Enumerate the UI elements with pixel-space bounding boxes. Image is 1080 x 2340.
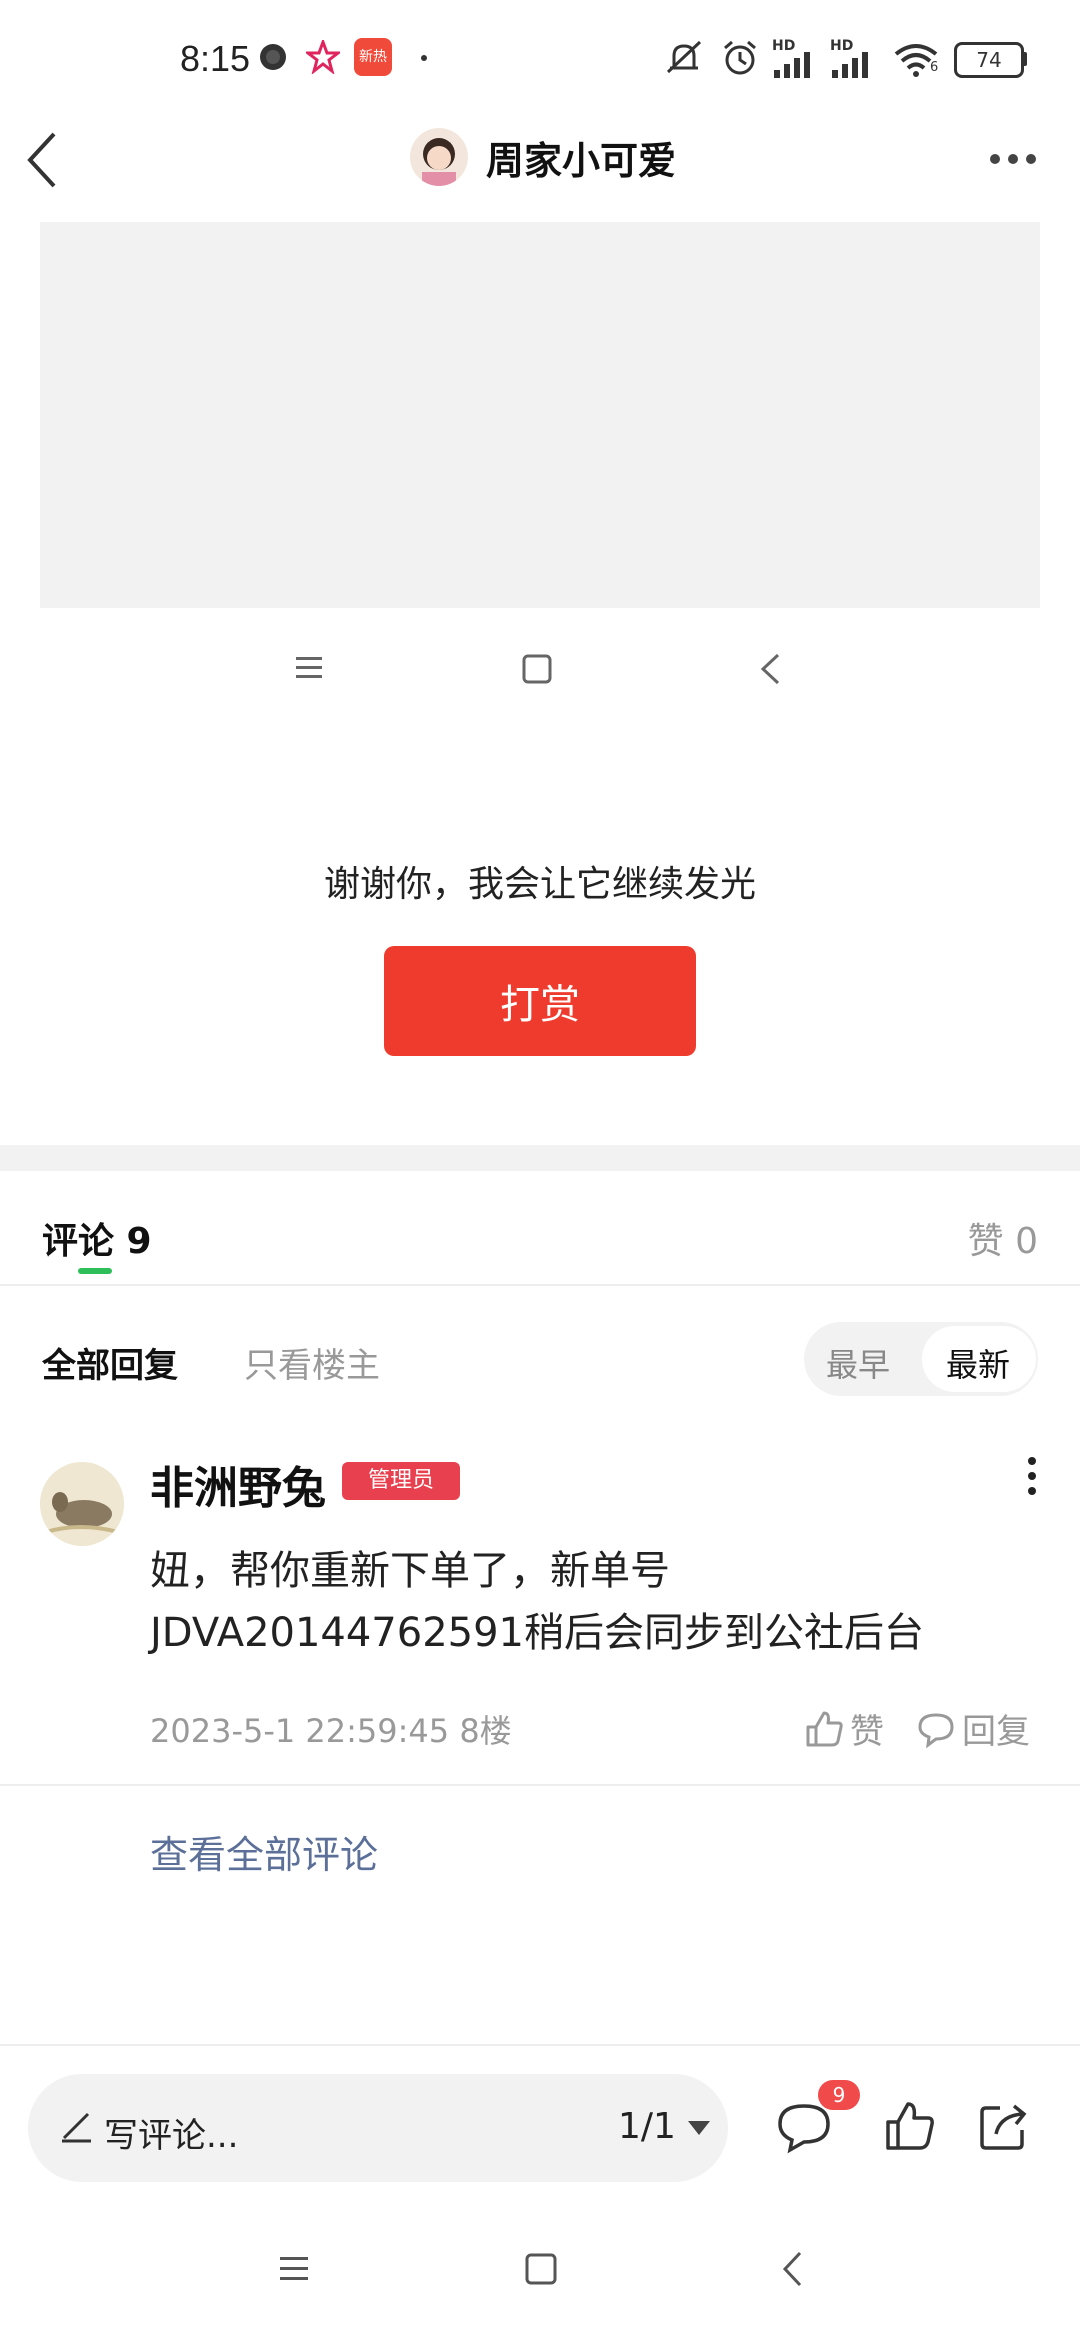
signal-icon — [774, 52, 810, 78]
post-image[interactable] — [40, 222, 1040, 608]
tip-button[interactable]: 打赏 — [384, 946, 696, 1056]
system-nav-bar — [0, 2220, 1080, 2320]
tab-active-indicator — [78, 1268, 112, 1274]
tab-comments[interactable]: 评论 9 — [42, 1212, 152, 1264]
comment-count-badge: 9 — [818, 2080, 860, 2110]
author-avatar[interactable] — [410, 128, 468, 186]
home-icon[interactable] — [524, 2252, 558, 2286]
commenter-avatar[interactable] — [40, 1462, 124, 1546]
star-icon — [306, 40, 340, 74]
signal-icon-2 — [832, 52, 868, 78]
page-indicator[interactable]: 1/1 — [618, 2106, 676, 2147]
more-options-icon[interactable] — [988, 152, 1038, 166]
wifi-label: 6 — [930, 60, 939, 75]
status-time: 8:15 — [180, 38, 251, 79]
mute-bell-icon — [666, 40, 702, 74]
comment-meta: 2023-5-1 22:59:45 8楼 — [150, 1712, 512, 1750]
pen-icon — [62, 2112, 91, 2143]
section-divider — [0, 1145, 1080, 1171]
post-image-nav-bar — [0, 620, 1080, 720]
thumbs-up-icon — [806, 1711, 843, 1746]
thanks-message: 谢谢你，我会让它继续发光 — [323, 864, 756, 905]
comment-like-button[interactable]: 赞 — [804, 1704, 884, 1753]
like-icon[interactable] — [884, 2100, 936, 2152]
commenter-name[interactable]: 非洲野兔 — [150, 1452, 326, 1516]
comment-divider — [0, 1784, 1080, 1786]
menu-icon — [296, 657, 322, 678]
sort-latest-button[interactable]: 最新 — [946, 1340, 1010, 1386]
comment-reply-label: 回复 — [962, 1712, 1030, 1752]
tabs-divider — [0, 1284, 1080, 1286]
battery-tip — [1022, 52, 1027, 66]
comment-like-label: 赞 — [850, 1712, 884, 1752]
reply-bubble-icon — [918, 1712, 954, 1748]
back-arrow-icon[interactable] — [22, 128, 62, 192]
comment-reply-button[interactable]: 回复 — [916, 1704, 1030, 1753]
alarm-icon — [724, 40, 756, 75]
home-square-icon — [522, 654, 552, 684]
recent-apps-icon[interactable] — [278, 2254, 310, 2284]
share-icon[interactable] — [976, 2098, 1032, 2154]
write-comment-placeholder[interactable]: 写评论... — [104, 2108, 238, 2157]
filter-all-replies[interactable]: 全部回复 — [42, 1338, 178, 1387]
page-title: 周家小可爱 — [486, 139, 677, 183]
sort-earliest-button[interactable]: 最早 — [826, 1340, 890, 1386]
comment-more-icon[interactable] — [1026, 1456, 1038, 1496]
status-bar: 8:15 新热 HD HD 6 74 — [0, 0, 1080, 120]
tab-likes[interactable]: 赞 0 — [968, 1212, 1038, 1264]
comments-icon[interactable] — [776, 2100, 832, 2154]
system-back-icon[interactable] — [780, 2250, 804, 2288]
bottom-bar-divider — [0, 2044, 1080, 2046]
battery-indicator: 74 — [954, 42, 1024, 78]
filter-op-only[interactable]: 只看楼主 — [244, 1338, 380, 1387]
dot-icon — [421, 55, 427, 61]
news-app-icon: 新热 — [354, 38, 392, 76]
back-icon — [760, 653, 780, 685]
record-dot-icon — [260, 44, 286, 70]
view-all-comments-link[interactable]: 查看全部评论 — [150, 1824, 378, 1879]
caret-down-icon[interactable] — [686, 2118, 712, 2138]
admin-badge: 管理员 — [342, 1462, 461, 1500]
comment-text: 妞，帮你重新下单了，新单号JDVA20144762591稍后会同步到公社后台 — [150, 1548, 925, 1656]
